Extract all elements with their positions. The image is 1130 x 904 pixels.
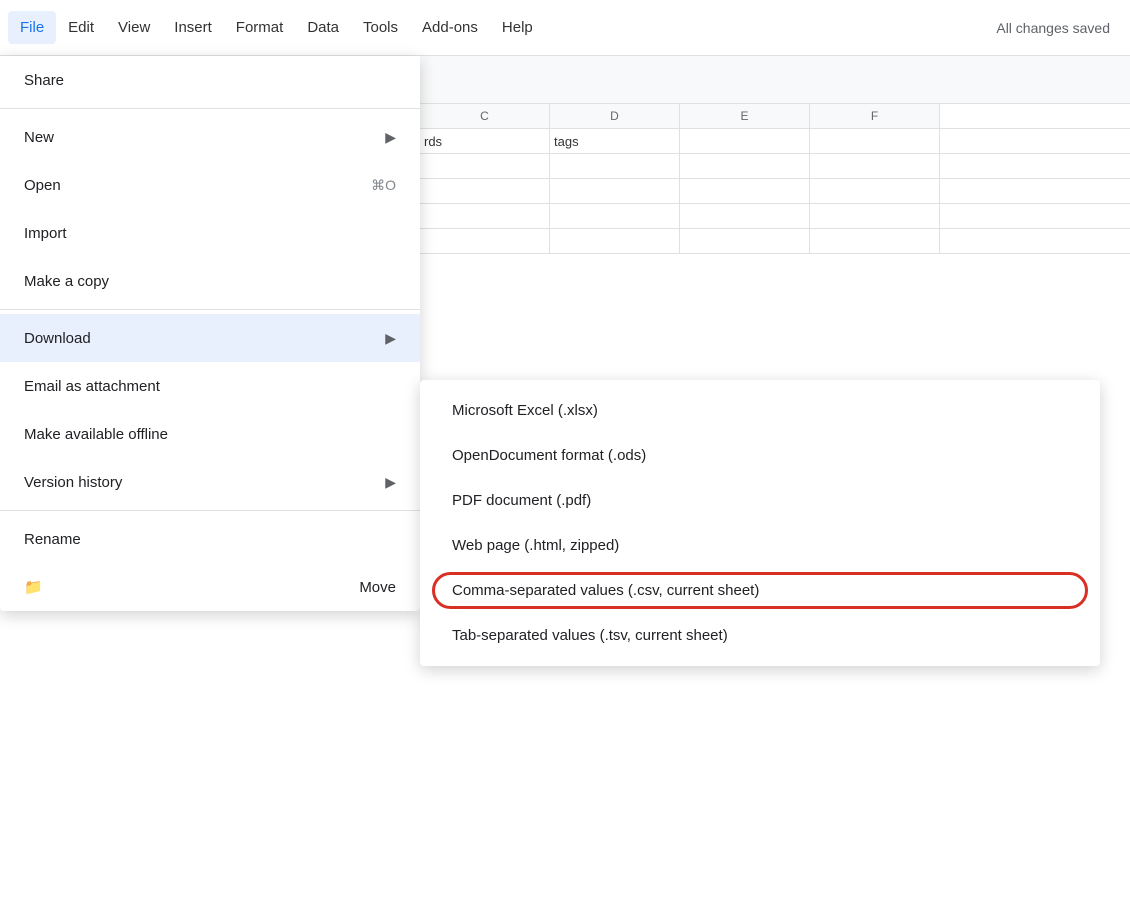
save-status: All changes saved [996,20,1110,36]
grid-row-4 [420,204,1130,229]
cell-d2[interactable] [550,154,680,178]
cell-c2[interactable] [420,154,550,178]
menu-item-offline[interactable]: Make available offline [0,410,420,458]
move-icon: 📁 [24,578,43,596]
share-label: Share [24,72,64,89]
divider-2 [0,309,420,310]
grid-row-5 [420,229,1130,254]
cell-d4[interactable] [550,204,680,228]
menu-item-new[interactable]: New ▶ [0,113,420,161]
menu-item-make-copy[interactable]: Make a copy [0,257,420,305]
menu-tools[interactable]: Tools [351,11,410,44]
email-attachment-label: Email as attachment [24,378,160,395]
grid-row-3 [420,179,1130,204]
cell-f2[interactable] [810,154,940,178]
submenu-item-csv[interactable]: Comma-separated values (.csv, current sh… [420,568,1100,613]
submenu-item-tsv[interactable]: Tab-separated values (.tsv, current shee… [420,613,1100,658]
cell-c4[interactable] [420,204,550,228]
cell-c5[interactable] [420,229,550,253]
rename-label: Rename [24,531,81,548]
cell-e2[interactable] [680,154,810,178]
menu-item-email-attachment[interactable]: Email as attachment [0,362,420,410]
menu-item-share[interactable]: Share [0,56,420,104]
cell-f5[interactable] [810,229,940,253]
cell-e1[interactable] [680,129,810,153]
make-copy-label: Make a copy [24,273,109,290]
menu-insert[interactable]: Insert [162,11,224,44]
cell-e5[interactable] [680,229,810,253]
xlsx-label: Microsoft Excel (.xlsx) [452,402,598,419]
submenu-item-html[interactable]: Web page (.html, zipped) [420,523,1100,568]
move-label: Move [359,579,396,596]
import-label: Import [24,225,67,242]
submenu-item-pdf[interactable]: PDF document (.pdf) [420,478,1100,523]
offline-label: Make available offline [24,426,168,443]
open-shortcut: ⌘O [371,177,396,194]
csv-label: Comma-separated values (.csv, current sh… [452,582,759,599]
menu-addons[interactable]: Add-ons [410,11,490,44]
cell-c1[interactable]: rds [420,129,550,153]
menu-item-rename[interactable]: Rename [0,515,420,563]
menu-item-open[interactable]: Open ⌘O [0,161,420,209]
pdf-label: PDF document (.pdf) [452,492,591,509]
tsv-label: Tab-separated values (.tsv, current shee… [452,627,728,644]
menu-item-download[interactable]: Download ▶ [0,314,420,362]
version-history-label: Version history [24,474,122,491]
col-header-d: D [550,104,680,128]
html-label: Web page (.html, zipped) [452,537,619,554]
cell-d1[interactable]: tags [550,129,680,153]
menu-format[interactable]: Format [224,11,296,44]
col-header-f: F [810,104,940,128]
grid-row-2 [420,154,1130,179]
divider-1 [0,108,420,109]
download-label: Download [24,330,91,347]
cell-d5[interactable] [550,229,680,253]
menu-item-import[interactable]: Import [0,209,420,257]
cell-f4[interactable] [810,204,940,228]
cell-e3[interactable] [680,179,810,203]
col-header-e: E [680,104,810,128]
cell-f1[interactable] [810,129,940,153]
grid-row-1: rds tags [420,129,1130,154]
menu-bar: File Edit View Insert Format Data Tools … [0,0,1130,56]
open-label: Open [24,177,61,194]
submenu-item-ods[interactable]: OpenDocument format (.ods) [420,433,1100,478]
menu-help[interactable]: Help [490,11,545,44]
download-submenu: Microsoft Excel (.xlsx) OpenDocument for… [420,380,1100,666]
col-headers: C D E F [420,104,1130,129]
new-arrow-icon: ▶ [385,129,396,146]
col-header-c: C [420,104,550,128]
version-history-arrow-icon: ▶ [385,474,396,491]
menu-file[interactable]: File [8,11,56,44]
submenu-item-xlsx[interactable]: Microsoft Excel (.xlsx) [420,388,1100,433]
menu-item-version-history[interactable]: Version history ▶ [0,458,420,506]
menu-item-move[interactable]: 📁 Move [0,563,420,611]
menu-edit[interactable]: Edit [56,11,106,44]
cell-f3[interactable] [810,179,940,203]
cell-d3[interactable] [550,179,680,203]
new-label: New [24,129,54,146]
cell-c3[interactable] [420,179,550,203]
divider-3 [0,510,420,511]
file-dropdown-menu: Share New ▶ Open ⌘O Import Make a copy D… [0,56,420,611]
menu-view[interactable]: View [106,11,162,44]
download-arrow-icon: ▶ [385,330,396,347]
cell-e4[interactable] [680,204,810,228]
ods-label: OpenDocument format (.ods) [452,447,646,464]
menu-data[interactable]: Data [295,11,351,44]
